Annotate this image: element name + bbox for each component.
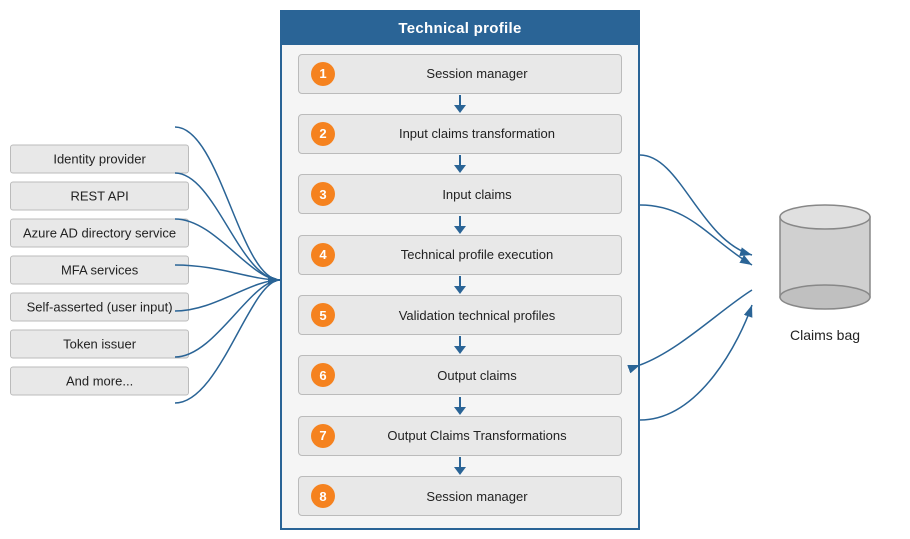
- step-label-5: Validation technical profiles: [345, 308, 609, 323]
- step-box-8: 8 Session manager: [298, 476, 622, 516]
- left-panel: Identity provider REST API Azure AD dire…: [10, 144, 189, 395]
- step-row-7: 7 Output Claims Transformations: [298, 416, 622, 456]
- left-box-mfa: MFA services: [10, 255, 189, 284]
- left-box-and-more: And more...: [10, 366, 189, 395]
- step-number-8: 8: [311, 484, 335, 508]
- step-row-5: 5 Validation technical profiles: [298, 295, 622, 335]
- step-number-2: 2: [311, 122, 335, 146]
- step-box-7: 7 Output Claims Transformations: [298, 416, 622, 456]
- arrow-1-2: [298, 95, 622, 113]
- panel-header: Technical profile: [282, 12, 638, 45]
- step-box-1: 1 Session manager: [298, 54, 622, 94]
- claims-bag-cylinder: Claims bag: [770, 197, 880, 343]
- step-box-2: 2 Input claims transformation: [298, 114, 622, 154]
- left-box-token-issuer: Token issuer: [10, 329, 189, 358]
- step-label-2: Input claims transformation: [345, 126, 609, 141]
- step-row-2: 2 Input claims transformation: [298, 114, 622, 154]
- step-box-4: 4 Technical profile execution: [298, 235, 622, 275]
- step-label-8: Session manager: [345, 489, 609, 504]
- step-row-3: 3 Input claims: [298, 174, 622, 214]
- right-panel: Claims bag: [770, 197, 880, 343]
- step-label-1: Session manager: [345, 66, 609, 81]
- step-number-1: 1: [311, 62, 335, 86]
- step-number-6: 6: [311, 363, 335, 387]
- step-label-3: Input claims: [345, 187, 609, 202]
- step-row-8: 8 Session manager: [298, 476, 622, 516]
- step-row-1: 1 Session manager: [298, 54, 622, 94]
- step-number-5: 5: [311, 303, 335, 327]
- technical-profile-panel: Technical profile 1 Session manager 2 In…: [280, 10, 640, 530]
- cylinder-svg: [770, 197, 880, 317]
- arrow-7-8: [298, 457, 622, 475]
- step-row-6: 6 Output claims: [298, 355, 622, 395]
- arrow-5-6: [298, 336, 622, 354]
- diagram: Identity provider REST API Azure AD dire…: [0, 0, 910, 539]
- left-box-rest-api: REST API: [10, 181, 189, 210]
- left-box-identity-provider: Identity provider: [10, 144, 189, 173]
- step-box-3: 3 Input claims: [298, 174, 622, 214]
- arrow-4-5: [298, 276, 622, 294]
- left-box-azure-ad: Azure AD directory service: [10, 218, 189, 247]
- left-box-self-asserted: Self-asserted (user input): [10, 292, 189, 321]
- arrow-3-4: [298, 216, 622, 234]
- step-number-7: 7: [311, 424, 335, 448]
- arrow-6-7: [298, 397, 622, 415]
- step-label-6: Output claims: [345, 368, 609, 383]
- step-row-4: 4 Technical profile execution: [298, 235, 622, 275]
- arrow-2-3: [298, 155, 622, 173]
- step-label-4: Technical profile execution: [345, 247, 609, 262]
- step-number-3: 3: [311, 182, 335, 206]
- step-label-7: Output Claims Transformations: [345, 428, 609, 443]
- claims-bag-label: Claims bag: [790, 327, 860, 343]
- step-number-4: 4: [311, 243, 335, 267]
- step-box-6: 6 Output claims: [298, 355, 622, 395]
- step-box-5: 5 Validation technical profiles: [298, 295, 622, 335]
- panel-body: 1 Session manager 2 Input claims transfo…: [282, 45, 638, 525]
